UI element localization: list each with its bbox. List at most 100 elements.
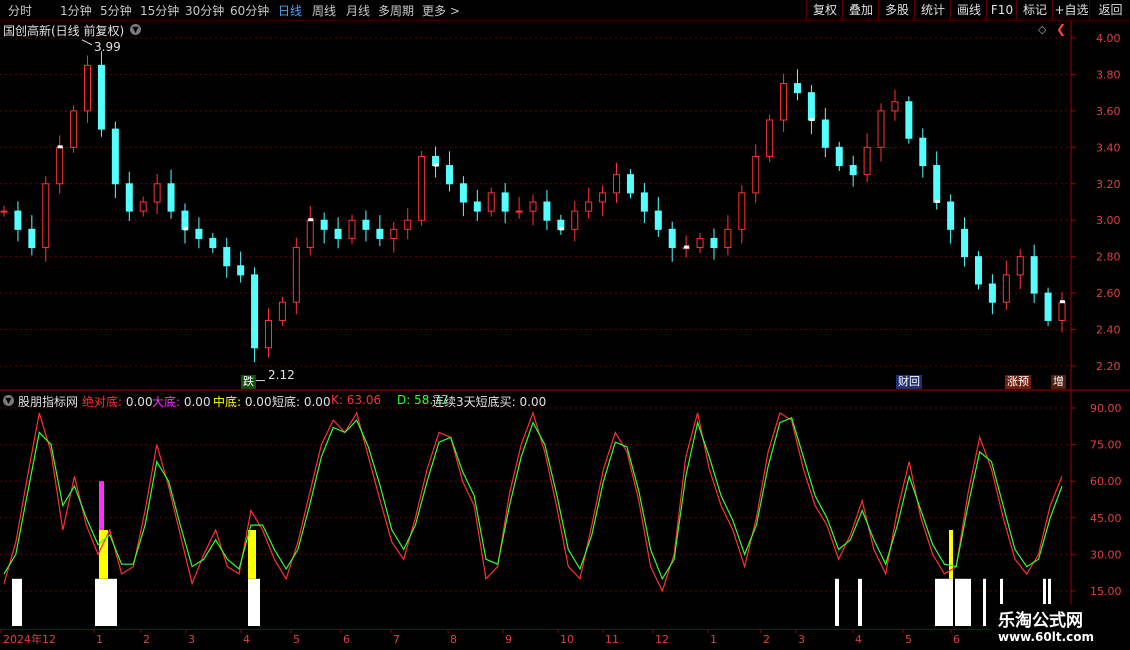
candle-body (807, 92, 815, 121)
candle-body (181, 210, 189, 230)
candle-body (334, 228, 342, 239)
candle-body (752, 155, 760, 194)
candle-marker (809, 118, 815, 121)
period-tab-10[interactable]: 更多 > (422, 2, 460, 19)
indicator-axis-label: 15.00 (1090, 585, 1122, 598)
period-tab-1[interactable]: 1分钟 (60, 2, 92, 19)
period-tab-7[interactable]: 周线 (312, 2, 336, 19)
period-tab-6[interactable]: 日线 (278, 2, 302, 19)
indicator-axis-label: 75.00 (1090, 439, 1122, 452)
zhangyu-signal-tag[interactable]: 涨预 (1005, 375, 1031, 389)
price-chart[interactable]: 4.00 3.80 3.60 3.40 3.20 3.00 2.80 2.60 2.40 2.20 (0, 21, 1130, 391)
toolbar-button-4[interactable]: 画线 (950, 0, 987, 20)
indicator-axis-label: 45.00 (1090, 512, 1122, 525)
candle-body (1002, 274, 1010, 303)
short-bottom-bar (935, 578, 953, 626)
candle-body (459, 183, 467, 203)
price-axis-label: 2.80 (1096, 251, 1121, 264)
period-tab-4[interactable]: 30分钟 (185, 2, 224, 19)
candle-body (487, 192, 495, 212)
title-dropdown-icon[interactable]: ▼ (130, 24, 141, 35)
price-axis-label: 3.00 (1096, 214, 1121, 227)
candle-body (390, 228, 398, 239)
indicator-value-label: 短底: (272, 395, 301, 409)
candle-marker (934, 200, 940, 203)
toolbar-button-3[interactable]: 统计 (914, 0, 951, 20)
mid-bottom-bar (248, 530, 256, 579)
zeng-signal-tag[interactable]: 增 (1051, 375, 1066, 389)
candle-body (933, 165, 941, 203)
candle-body (640, 192, 648, 212)
date-axis-label: 10 (560, 633, 574, 646)
indicator-dropdown-icon[interactable]: ▼ (3, 395, 14, 406)
candle-body (724, 228, 732, 249)
toolbar-button-8[interactable]: 返回 (1089, 0, 1130, 20)
big-bottom-bar (99, 481, 104, 530)
candle-body (668, 228, 676, 249)
candle-body (125, 183, 133, 212)
candle-body (947, 201, 955, 230)
candle-body (849, 165, 857, 176)
indicator-value-0: 绝对底: 0.00 (82, 393, 153, 410)
short-bottom-bar (12, 578, 22, 626)
period-tab-9[interactable]: 多周期 (378, 2, 414, 19)
candle-body (501, 192, 509, 212)
candle-body (543, 201, 551, 221)
date-axis-label: 8 (450, 633, 457, 646)
date-axis-label: 11 (605, 633, 619, 646)
candle-body (710, 237, 718, 249)
chevron-left-icon[interactable]: ❮ (1056, 22, 1066, 36)
candle-body (1058, 301, 1066, 321)
toolbar-button-5[interactable]: F10 (986, 0, 1017, 20)
indicator-value-number: 0.00 (300, 395, 331, 409)
period-tab-2[interactable]: 5分钟 (100, 2, 132, 19)
short-bottom-bar (835, 578, 839, 626)
date-axis-label: 6 (343, 633, 350, 646)
candle-body (70, 110, 78, 148)
toolbar-button-7[interactable]: +自选 (1052, 0, 1090, 20)
candle-body (362, 219, 370, 230)
date-axis-label: 7 (393, 633, 400, 646)
period-tab-0[interactable]: 分时 (8, 2, 32, 19)
candle-body (418, 155, 426, 221)
period-tab-3[interactable]: 15分钟 (140, 2, 179, 19)
date-axis-label: 4 (855, 633, 862, 646)
candle-body (599, 192, 607, 203)
short-bottom-bar (248, 578, 260, 626)
candle-body (794, 83, 801, 94)
price-axis-label: 3.20 (1096, 178, 1121, 191)
diamond-icon[interactable]: ◇ (1038, 23, 1046, 36)
candle-body (28, 228, 36, 249)
date-axis-label: 6 (953, 633, 960, 646)
candle-body (278, 301, 286, 321)
die-signal-tag[interactable]: 跌 (241, 375, 256, 389)
candle-body (585, 201, 593, 212)
candle-body (195, 228, 203, 239)
date-axis-label: 1 (96, 633, 103, 646)
candle-body (139, 201, 147, 212)
candle-marker (558, 227, 564, 231)
candle-body (237, 265, 245, 276)
toolbar-button-0[interactable]: 复权 (806, 0, 843, 20)
candle-body (111, 128, 119, 185)
toolbar-button-1[interactable]: 叠加 (842, 0, 879, 20)
candle-marker (1060, 300, 1065, 304)
price-axis-label: 2.60 (1096, 287, 1121, 300)
indicator-axis-label: 60.00 (1090, 475, 1122, 488)
indicator-value-label: 大底: (152, 395, 181, 409)
candle-body (821, 119, 829, 148)
toolbar-button-2[interactable]: 多股 (878, 0, 915, 20)
date-axis-label: 5 (293, 633, 300, 646)
candle-body (167, 183, 175, 212)
period-tab-8[interactable]: 月线 (346, 2, 370, 19)
candle-body (292, 247, 300, 303)
indicator-chart[interactable]: 90.00 75.00 60.00 45.00 30.00 15.00 (0, 391, 1130, 629)
period-tab-5[interactable]: 60分钟 (230, 2, 269, 19)
candle-body (251, 274, 259, 349)
cai-signal-tag[interactable]: 财回 (896, 375, 922, 389)
date-axis-label: 5 (905, 633, 912, 646)
candle-body (905, 101, 913, 139)
watermark-title: 乐淘公式网 (998, 611, 1083, 631)
toolbar-button-6[interactable]: 标记 (1016, 0, 1053, 20)
candle-body (56, 146, 64, 185)
